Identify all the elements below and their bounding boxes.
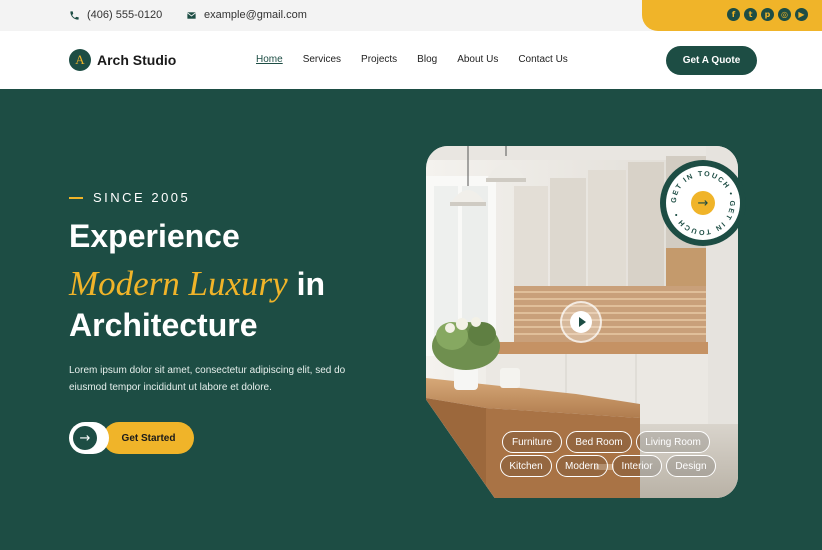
tag-interior[interactable]: Interior [612,455,662,477]
tag-kitchen[interactable]: Kitchen [500,455,552,477]
tag-modern[interactable]: Modern [556,455,608,477]
social-band: f t p ◎ ▶ [642,0,822,31]
nav-link-blog[interactable]: Blog [417,54,437,65]
eyebrow-dash [69,196,83,199]
nav-link-about-us[interactable]: About Us [457,54,498,65]
hero-heading-line1: Experience [69,218,240,254]
tag-living-room[interactable]: Living Room [636,431,710,453]
logo-mark: A [69,49,91,71]
phone-contact[interactable]: (406) 555-0120 [69,9,162,21]
tag-furniture[interactable]: Furniture [502,431,562,453]
get-started-button[interactable]: Get Started → [69,422,194,454]
eyebrow-text: SINCE 2005 [93,190,191,205]
tag-design[interactable]: Design [666,455,716,477]
play-icon [570,311,592,333]
get-in-touch-badge[interactable]: GET IN TOUCH • GET IN TOUCH • → [660,160,746,246]
phone-icon [70,10,79,20]
youtube-icon[interactable]: ▶ [795,8,808,21]
top-bar: (406) 555-0120 example@gmail.com f t p ◎ ▶ [0,0,822,31]
arrow-right-icon: → [691,191,715,215]
facebook-icon[interactable]: f [727,8,740,21]
nav-links: Home Services Projects Blog About Us Contact … [256,54,568,65]
hero-heading-line3: Architecture [69,307,258,343]
tag-bed-room[interactable]: Bed Room [566,431,632,453]
hero-description: Lorem ipsum dolor sit amet, consectetur … [69,365,346,393]
play-video-button[interactable] [560,301,602,343]
email-contact[interactable]: example@gmail.com [186,9,307,21]
hero-heading-line2: Modern Luxury in [69,264,325,304]
twitter-icon[interactable]: t [744,8,757,21]
nav-link-services[interactable]: Services [303,54,341,65]
pinterest-icon[interactable]: p [761,8,774,21]
instagram-icon[interactable]: ◎ [778,8,791,21]
since-eyebrow: SINCE 2005 [69,190,190,205]
email-address: example@gmail.com [204,9,307,21]
nav-link-home[interactable]: Home [256,54,283,65]
logo[interactable]: A Arch Studio [69,49,176,71]
get-quote-button[interactable]: Get A Quote [666,46,757,75]
hero-heading-highlight: Modern Luxury [69,264,288,303]
main-navbar: A Arch Studio Home Services Projects Blog Ab… [0,31,822,89]
phone-number: (406) 555-0120 [87,9,163,21]
hero-heading-line2-rest: in [287,266,326,302]
logo-text: Arch Studio [97,52,177,68]
arrow-right-icon: → [73,426,97,450]
badge-inner: GET IN TOUCH • GET IN TOUCH • → [666,166,740,240]
social-links: f t p ◎ ▶ [727,8,808,21]
nav-link-contact-us[interactable]: Contact Us [518,54,567,65]
get-started-arrow[interactable]: → [69,422,109,454]
nav-link-projects[interactable]: Projects [361,54,397,65]
get-started-label[interactable]: Get Started [103,422,194,454]
email-icon [187,11,196,19]
